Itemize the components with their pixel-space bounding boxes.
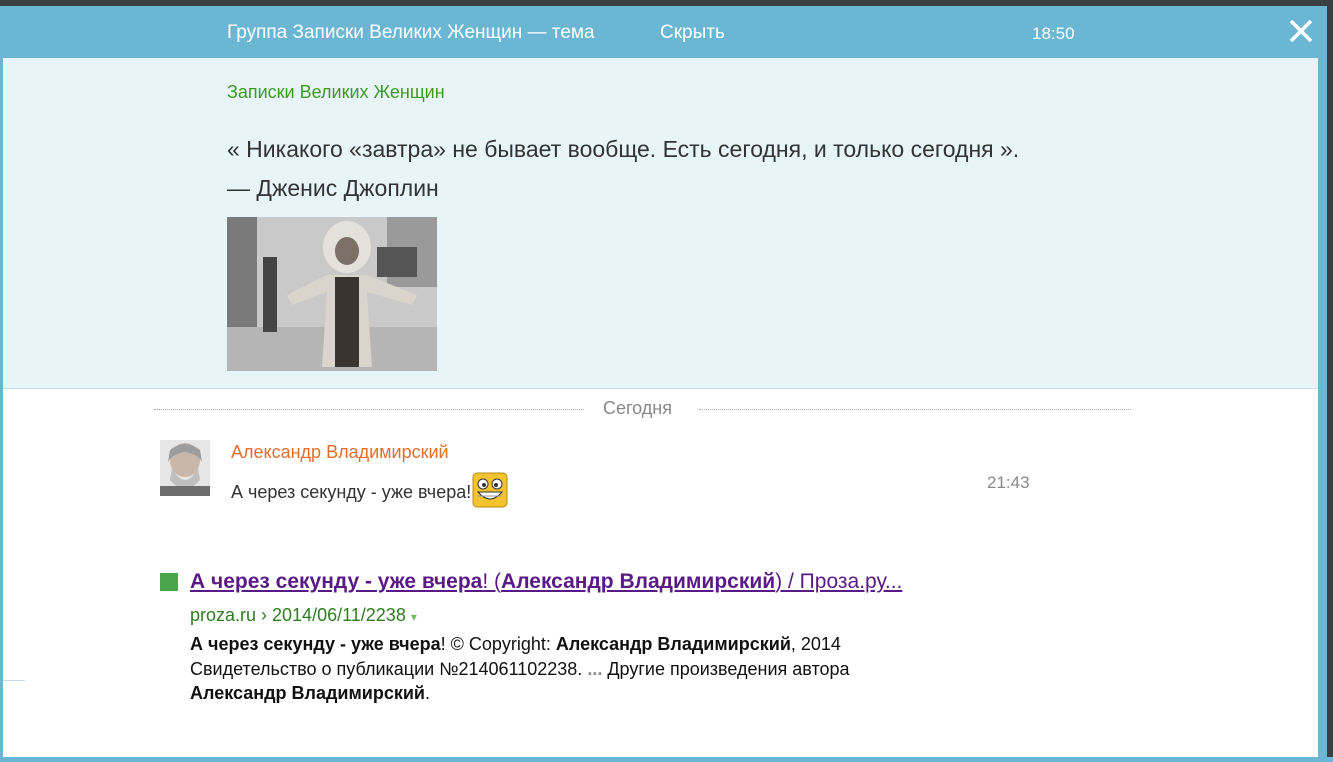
grinning-smiley-icon bbox=[472, 472, 508, 508]
left-edge-panel bbox=[3, 680, 25, 762]
comment-author[interactable]: Александр Владимирский bbox=[231, 442, 449, 463]
group-post: Записки Великих Женщин « Никакого «завтр… bbox=[3, 58, 1318, 389]
avatar[interactable] bbox=[160, 440, 210, 496]
hide-button[interactable]: Скрыть bbox=[660, 22, 725, 44]
window-bottom-border bbox=[0, 757, 1333, 762]
window-right-border bbox=[1318, 58, 1327, 762]
window-header: Группа Записки Великих Женщин — тема Скр… bbox=[3, 6, 1327, 58]
result-title-part3: Александр Владимирский bbox=[501, 570, 776, 593]
url-dropdown-arrow-icon[interactable]: ▾ bbox=[411, 610, 417, 624]
result-title-link[interactable]: А через секунду - уже вчера! (Александр … bbox=[190, 570, 902, 594]
topic-title: Группа Записки Великих Женщин — тема bbox=[227, 22, 595, 43]
result-url: proza.ru › 2014/06/11/2238 ▾ bbox=[190, 605, 417, 626]
snippet-bold-2: Александр Владимирский bbox=[555, 634, 791, 654]
group-name-link[interactable]: Записки Великих Женщин bbox=[227, 82, 445, 103]
snippet-ellipsis: ... bbox=[587, 658, 603, 679]
snippet-text-5: . bbox=[424, 683, 430, 703]
quote-text: « Никакого «завтра» не бывает вообще. Ес… bbox=[227, 136, 1020, 162]
snippet-text-2: , 2014 bbox=[790, 634, 841, 654]
snippet-bold-3: Александр Владимирский bbox=[190, 683, 425, 703]
post-quote: « Никакого «завтра» не бывает вообще. Ес… bbox=[227, 130, 1227, 208]
result-title-part1: А через секунду - уже вчера bbox=[190, 570, 483, 593]
divider-line-left bbox=[154, 409, 584, 410]
comment-text-content: А через секунду - уже вчера! bbox=[231, 481, 472, 502]
topic-time: 18:50 bbox=[1032, 24, 1075, 43]
comment-time: 21:43 bbox=[987, 473, 1030, 492]
result-title-part2: ! ( bbox=[482, 570, 502, 593]
result-url-text: proza.ru › 2014/06/11/2238 bbox=[190, 605, 406, 625]
comment-text: А через секунду - уже вчера! bbox=[231, 472, 508, 508]
close-icon[interactable] bbox=[1286, 16, 1316, 46]
result-title-part4: ) / Проза.ру... bbox=[775, 570, 903, 593]
divider-line-right bbox=[699, 409, 1131, 410]
snippet-text-3: Свидетельство о публикации №214061102238… bbox=[190, 658, 588, 679]
quote-author: — Дженис Джоплин bbox=[227, 175, 439, 201]
post-photo[interactable] bbox=[227, 217, 437, 371]
discussion-window: Группа Записки Великих Женщин — тема Скр… bbox=[0, 6, 1327, 762]
date-divider: Сегодня bbox=[154, 398, 1131, 420]
snippet-text-1: ! © Copyright: bbox=[440, 634, 556, 654]
date-divider-label: Сегодня bbox=[603, 398, 672, 418]
result-snippet: А через секунду - уже вчера! © Copyright… bbox=[190, 632, 970, 706]
snippet-text-4: Другие произведения автора bbox=[602, 658, 850, 679]
result-marker-icon bbox=[160, 573, 178, 591]
snippet-bold-1: А через секунду - уже вчера bbox=[190, 634, 441, 654]
